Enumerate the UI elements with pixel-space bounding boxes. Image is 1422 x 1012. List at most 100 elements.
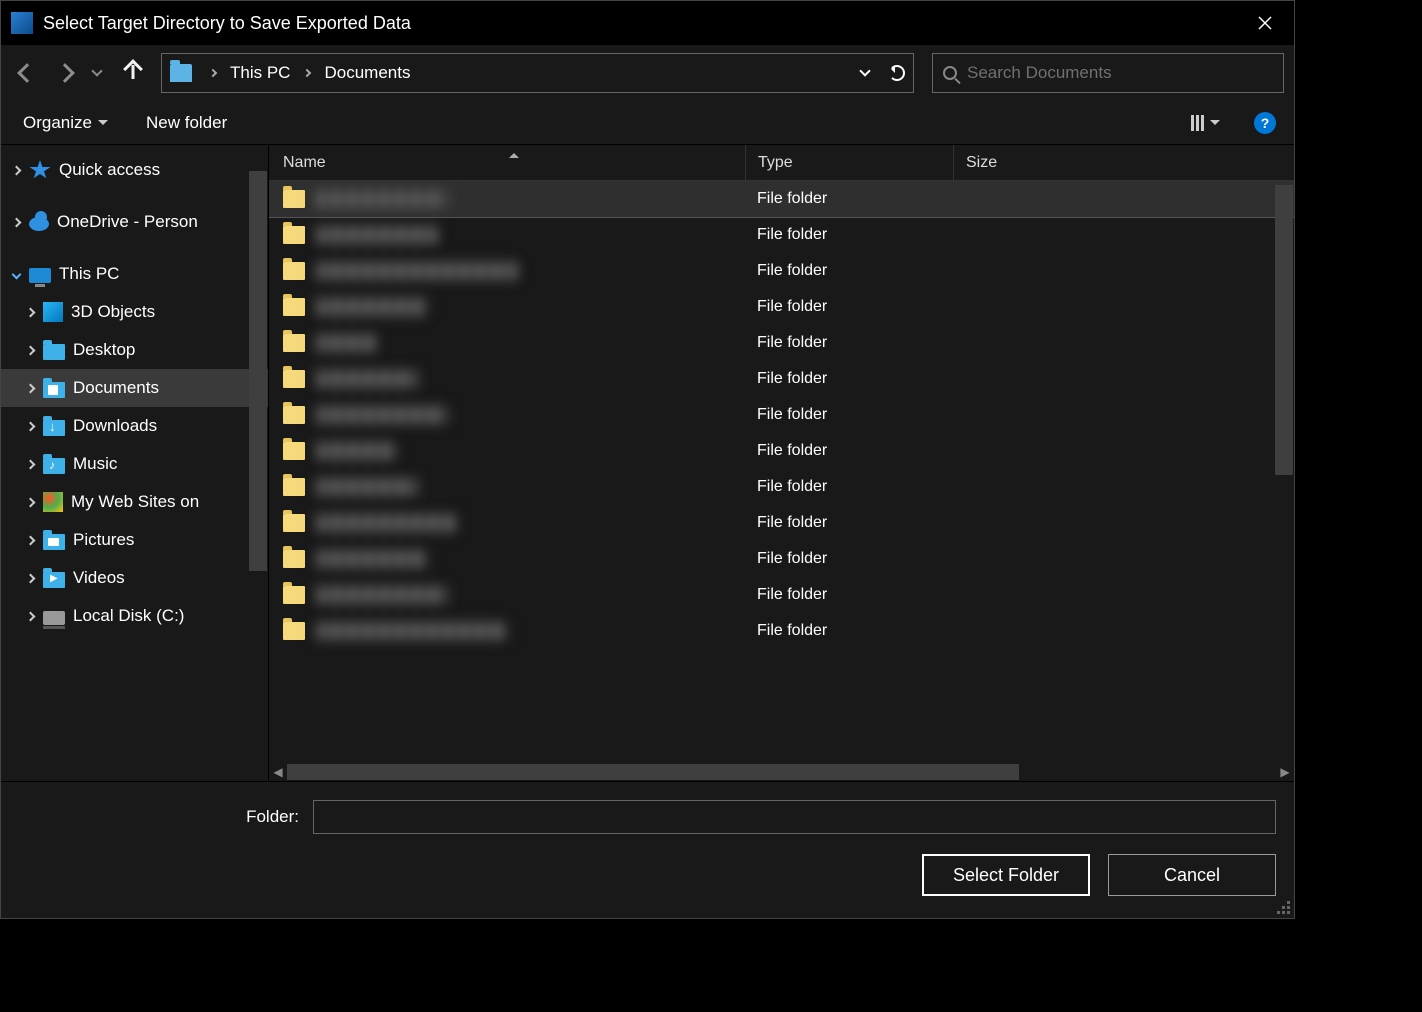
search-input[interactable] [967,63,1273,83]
app-icon [11,12,33,34]
expand-toggle[interactable] [25,575,35,582]
file-type: File folder [745,370,953,388]
file-name [317,550,745,568]
column-header-name[interactable]: Name [283,154,745,172]
horizontal-scrollbar[interactable]: ◀ ▶ [269,763,1294,781]
chevron-down-icon [859,65,870,76]
file-row[interactable]: File folder [269,469,1294,505]
file-type: File folder [745,298,953,316]
web-icon [43,492,63,512]
tree-item[interactable]: Documents [1,369,268,407]
tree-item[interactable]: Downloads [1,407,268,445]
file-name [317,298,745,316]
file-row[interactable]: File folder [269,577,1294,613]
tree-item[interactable]: Videos [1,559,268,597]
new-folder-button[interactable]: New folder [142,109,231,137]
select-folder-button[interactable]: Select Folder [922,854,1090,896]
resize-grip[interactable] [1276,900,1290,914]
chevron-right-icon [25,307,35,317]
file-row[interactable]: File folder [269,217,1294,253]
cancel-button[interactable]: Cancel [1108,854,1276,896]
breadcrumb-root[interactable]: This PC [228,59,292,87]
folder-icon [283,442,305,460]
chevron-down-icon [91,65,102,76]
column-header-type[interactable]: Type [745,145,953,180]
folder-input[interactable] [313,800,1276,834]
tree-item-label: Downloads [73,416,157,436]
file-type: File folder [745,406,953,424]
file-name [317,262,745,280]
breadcrumb-current[interactable]: Documents [322,59,412,87]
tree-item[interactable]: Pictures [1,521,268,559]
folder-icon [283,586,305,604]
forward-button[interactable] [49,57,81,89]
file-row[interactable]: File folder [269,505,1294,541]
file-list: File folderFile folderFile folderFile fo… [269,181,1294,763]
file-list-scrollbar-thumb[interactable] [1275,185,1293,475]
expand-toggle[interactable] [11,219,21,226]
tree-item[interactable]: Music [1,445,268,483]
file-name [317,478,745,496]
refresh-button[interactable] [881,57,913,89]
expand-toggle[interactable] [25,385,35,392]
chevron-right-icon [303,69,311,77]
expand-toggle[interactable] [25,461,35,468]
folder-icon [283,622,305,640]
folder-icon [283,262,305,280]
file-row[interactable]: File folder [269,613,1294,649]
tree-item[interactable]: Quick access [1,151,268,189]
file-row[interactable]: File folder [269,181,1294,217]
expand-toggle[interactable] [25,613,35,620]
column-header-size[interactable]: Size [953,145,1294,180]
file-name [317,406,745,424]
close-button[interactable] [1242,7,1288,39]
tree-item-label: Quick access [59,160,160,180]
horizontal-scroll-thumb[interactable] [287,764,1019,780]
file-row[interactable]: File folder [269,361,1294,397]
file-type: File folder [745,622,953,640]
address-dropdown-button[interactable] [849,57,881,89]
file-row[interactable]: File folder [269,289,1294,325]
arrow-right-icon [55,63,75,83]
tree-item-label: This PC [59,264,119,284]
tree-item-label: Local Disk (C:) [73,606,184,626]
file-row[interactable]: File folder [269,397,1294,433]
sidebar-scrollbar-thumb[interactable] [249,171,267,571]
file-row[interactable]: File folder [269,433,1294,469]
file-row[interactable]: File folder [269,325,1294,361]
tree-item[interactable]: Local Disk (C:) [1,597,268,635]
tree-item[interactable]: 3D Objects [1,293,268,331]
back-button[interactable] [11,57,43,89]
tree-item[interactable]: Desktop [1,331,268,369]
tree-item[interactable]: OneDrive - Person [1,203,268,241]
tree-item[interactable]: My Web Sites on [1,483,268,521]
folder-icon [283,190,305,208]
address-bar[interactable]: This PC Documents [161,53,914,93]
expand-toggle[interactable] [11,167,21,174]
scroll-left-button[interactable]: ◀ [269,765,287,779]
expand-toggle[interactable] [25,499,35,506]
expand-toggle[interactable] [25,537,35,544]
tree-item-label: Desktop [73,340,135,360]
tree-item[interactable]: This PC [1,255,268,293]
expand-toggle[interactable] [11,271,21,278]
search-box[interactable] [932,53,1284,93]
expand-toggle[interactable] [25,347,35,354]
scroll-right-button[interactable]: ▶ [1276,765,1294,779]
expand-toggle[interactable] [25,309,35,316]
search-icon [943,66,957,80]
file-name [317,442,745,460]
folder-label: Folder: [19,807,299,827]
help-button[interactable]: ? [1254,112,1276,134]
chevron-right-icon [25,611,35,621]
horizontal-scroll-track[interactable] [287,764,1276,780]
button-row: Select Folder Cancel [19,854,1276,896]
recent-locations-button[interactable] [87,57,107,89]
up-button[interactable] [117,57,149,89]
folder-music-icon [43,458,65,474]
organize-button[interactable]: Organize [19,109,112,137]
expand-toggle[interactable] [25,423,35,430]
file-row[interactable]: File folder [269,541,1294,577]
view-options-button[interactable] [1187,111,1224,135]
file-row[interactable]: File folder [269,253,1294,289]
